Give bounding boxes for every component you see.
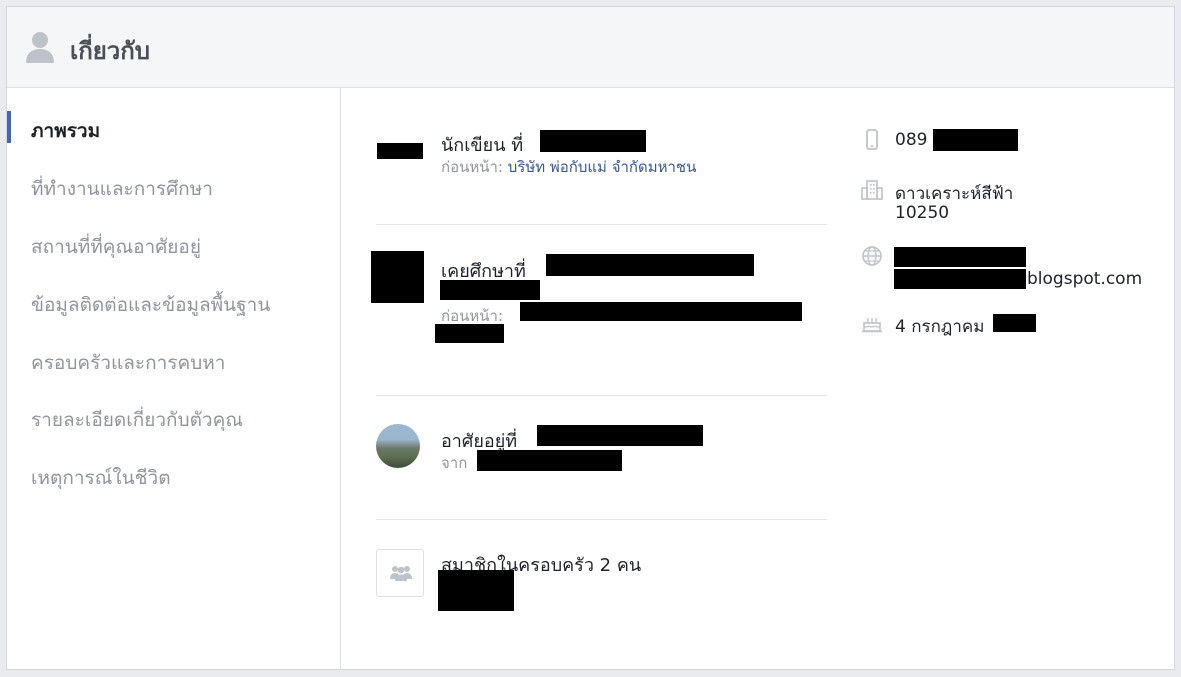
website-link[interactable]: blogspot.com <box>1027 269 1142 289</box>
birthday: 4 กรกฎาคม <box>895 317 985 337</box>
section-divider <box>376 519 827 520</box>
phone-redacted <box>933 129 1018 151</box>
school-name-redacted-2 <box>440 280 540 300</box>
family-icon <box>390 566 412 581</box>
current-city-redacted <box>537 425 703 446</box>
website-2-redacted[interactable] <box>894 269 1026 289</box>
website-1-redacted[interactable] <box>894 247 1026 267</box>
work-previous-link[interactable]: บริษัท พ่อกับแม่ จำกัดมหาชน <box>508 158 697 176</box>
work-previous-label: ก่อนหน้า: <box>441 158 503 176</box>
active-indicator <box>7 111 11 143</box>
section-divider <box>376 395 827 396</box>
school-logo-redacted <box>371 251 424 303</box>
sidebar-item-work-education[interactable]: ที่ทำงานและการศึกษา <box>31 174 213 204</box>
about-card: เกี่ยวกับ ภาพรวม ที่ทำงานและการศึกษา สถา… <box>6 6 1175 670</box>
family-member-redacted[interactable] <box>438 570 514 611</box>
page-title: เกี่ยวกับ <box>70 37 151 65</box>
phone-icon <box>866 129 878 150</box>
school-name-redacted <box>546 254 754 276</box>
globe-icon <box>862 246 882 266</box>
sidebar-item-contact-info[interactable]: ข้อมูลติดต่อและข้อมูลพื้นฐาน <box>31 290 270 320</box>
sidebar-item-details[interactable]: รายละเอียดเกี่ยวกับตัวคุณ <box>31 405 243 435</box>
section-divider <box>376 224 827 225</box>
sidebar-item-overview[interactable]: ภาพรวม <box>31 116 100 146</box>
sidebar-item-life-events[interactable]: เหตุการณ์ในชีวิต <box>31 463 171 493</box>
family-icon-box <box>376 549 424 597</box>
about-sidebar: ภาพรวม ที่ทำงานและการศึกษา สถานที่ที่คุณ… <box>7 88 341 670</box>
work-previous: ก่อนหน้า: บริษัท พ่อกับแม่ จำกัดมหาชน <box>441 155 696 179</box>
birth-year-redacted <box>993 314 1036 332</box>
previous-school-redacted <box>520 302 802 321</box>
hometown-redacted <box>477 450 622 471</box>
cake-icon <box>862 318 882 333</box>
address-line-2: 10250 <box>895 203 950 223</box>
building-icon <box>861 180 883 200</box>
previous-school-redacted-2 <box>435 324 504 343</box>
work-logo-redacted <box>377 143 423 159</box>
place-photo <box>376 424 420 468</box>
about-header: เกี่ยวกับ <box>7 7 1174 88</box>
person-icon <box>26 32 54 63</box>
phone-number: 089 <box>895 130 928 150</box>
sidebar-item-places[interactable]: สถานที่ที่คุณอาศัยอยู่ <box>31 232 201 262</box>
sidebar-item-family[interactable]: ครอบครัวและการคบหา <box>31 348 225 378</box>
from-label: จาก <box>441 454 468 472</box>
work-place-redacted <box>540 130 646 152</box>
